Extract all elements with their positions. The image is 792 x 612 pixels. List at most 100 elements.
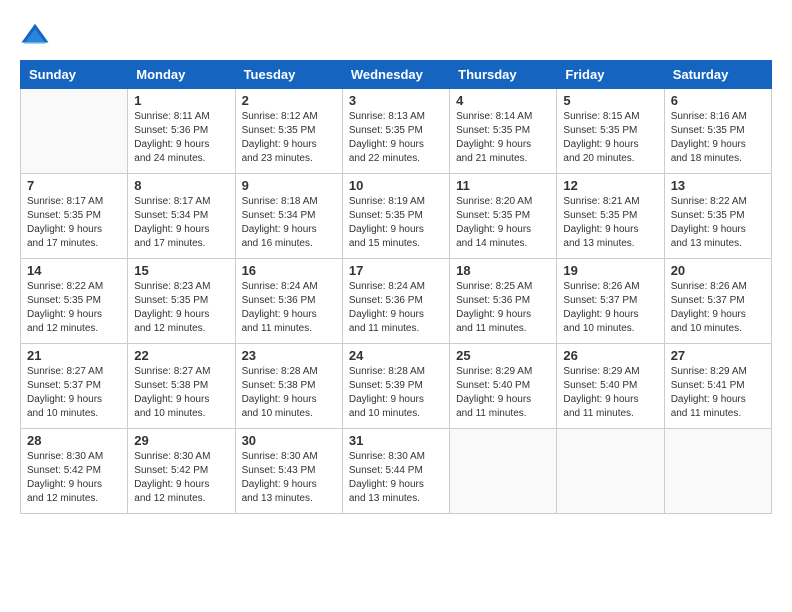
calendar-cell: 14 Sunrise: 8:22 AM Sunset: 5:35 PM Dayli… — [21, 259, 128, 344]
day-info: Sunrise: 8:25 AM Sunset: 5:36 PM Dayligh… — [456, 280, 550, 336]
weekday-header: Sunday — [21, 61, 128, 89]
calendar-cell: 27 Sunrise: 8:29 AM Sunset: 5:41 PM Dayli… — [664, 344, 771, 429]
calendar-cell: 19 Sunrise: 8:26 AM Sunset: 5:37 PM Dayli… — [557, 259, 664, 344]
day-info: Sunrise: 8:20 AM Sunset: 5:35 PM Dayligh… — [456, 195, 550, 251]
calendar-cell — [21, 89, 128, 174]
day-info: Sunrise: 8:27 AM Sunset: 5:38 PM Dayligh… — [134, 365, 228, 421]
calendar-cell: 12 Sunrise: 8:21 AM Sunset: 5:35 PM Dayli… — [557, 174, 664, 259]
day-number: 23 — [242, 348, 336, 363]
day-info: Sunrise: 8:24 AM Sunset: 5:36 PM Dayligh… — [349, 280, 443, 336]
calendar-cell: 6Sunrise: 8:16 AM Sunset: 5:35 PM Daylig… — [664, 89, 771, 174]
day-number: 9 — [242, 178, 336, 193]
day-number: 28 — [27, 433, 121, 448]
calendar-week-row: 28 Sunrise: 8:30 AM Sunset: 5:42 PM Dayli… — [21, 429, 772, 514]
day-number: 29 — [134, 433, 228, 448]
day-number: 17 — [349, 263, 443, 278]
day-number: 22 — [134, 348, 228, 363]
day-number: 25 — [456, 348, 550, 363]
calendar-cell: 17 Sunrise: 8:24 AM Sunset: 5:36 PM Dayli… — [342, 259, 449, 344]
logo — [20, 20, 54, 50]
day-number: 7 — [27, 178, 121, 193]
calendar-cell: 31 Sunrise: 8:30 AM Sunset: 5:44 PM Dayli… — [342, 429, 449, 514]
day-number: 14 — [27, 263, 121, 278]
day-info: Sunrise: 8:19 AM Sunset: 5:35 PM Dayligh… — [349, 195, 443, 251]
calendar-cell: 30Sunrise: 8:30 AM Sunset: 5:43 PM Dayli… — [235, 429, 342, 514]
day-info: Sunrise: 8:15 AM Sunset: 5:35 PM Dayligh… — [563, 110, 657, 166]
calendar-week-row: 1Sunrise: 8:11 AM Sunset: 5:36 PM Daylig… — [21, 89, 772, 174]
calendar-cell: 11 Sunrise: 8:20 AM Sunset: 5:35 PM Dayli… — [450, 174, 557, 259]
page-header — [20, 20, 772, 50]
day-number: 30 — [242, 433, 336, 448]
calendar-cell: 8 Sunrise: 8:17 AM Sunset: 5:34 PM Daylig… — [128, 174, 235, 259]
calendar-cell: 15 Sunrise: 8:23 AM Sunset: 5:35 PM Dayli… — [128, 259, 235, 344]
calendar-cell: 4 Sunrise: 8:14 AM Sunset: 5:35 PM Daylig… — [450, 89, 557, 174]
calendar-cell: 20 Sunrise: 8:26 AM Sunset: 5:37 PM Dayli… — [664, 259, 771, 344]
day-number: 21 — [27, 348, 121, 363]
day-number: 15 — [134, 263, 228, 278]
day-number: 24 — [349, 348, 443, 363]
calendar-week-row: 7 Sunrise: 8:17 AM Sunset: 5:35 PM Daylig… — [21, 174, 772, 259]
day-number: 26 — [563, 348, 657, 363]
day-info: Sunrise: 8:30 AM Sunset: 5:42 PM Dayligh… — [27, 450, 121, 506]
day-number: 6 — [671, 93, 765, 108]
day-info: Sunrise: 8:27 AM Sunset: 5:37 PM Dayligh… — [27, 365, 121, 421]
day-info: Sunrise: 8:26 AM Sunset: 5:37 PM Dayligh… — [671, 280, 765, 336]
day-number: 19 — [563, 263, 657, 278]
calendar-week-row: 21 Sunrise: 8:27 AM Sunset: 5:37 PM Dayli… — [21, 344, 772, 429]
day-info: Sunrise: 8:17 AM Sunset: 5:35 PM Dayligh… — [27, 195, 121, 251]
day-info: Sunrise: 8:18 AM Sunset: 5:34 PM Dayligh… — [242, 195, 336, 251]
calendar-week-row: 14 Sunrise: 8:22 AM Sunset: 5:35 PM Dayli… — [21, 259, 772, 344]
day-number: 4 — [456, 93, 550, 108]
day-info: Sunrise: 8:14 AM Sunset: 5:35 PM Dayligh… — [456, 110, 550, 166]
calendar-cell: 24 Sunrise: 8:28 AM Sunset: 5:39 PM Dayli… — [342, 344, 449, 429]
calendar-cell: 2Sunrise: 8:12 AM Sunset: 5:35 PM Daylig… — [235, 89, 342, 174]
day-number: 5 — [563, 93, 657, 108]
calendar-cell: 26 Sunrise: 8:29 AM Sunset: 5:40 PM Dayli… — [557, 344, 664, 429]
day-number: 11 — [456, 178, 550, 193]
day-info: Sunrise: 8:26 AM Sunset: 5:37 PM Dayligh… — [563, 280, 657, 336]
day-info: Sunrise: 8:23 AM Sunset: 5:35 PM Dayligh… — [134, 280, 228, 336]
day-number: 10 — [349, 178, 443, 193]
day-number: 12 — [563, 178, 657, 193]
day-number: 18 — [456, 263, 550, 278]
calendar-cell: 18 Sunrise: 8:25 AM Sunset: 5:36 PM Dayli… — [450, 259, 557, 344]
day-info: Sunrise: 8:29 AM Sunset: 5:41 PM Dayligh… — [671, 365, 765, 421]
day-info: Sunrise: 8:21 AM Sunset: 5:35 PM Dayligh… — [563, 195, 657, 251]
day-info: Sunrise: 8:13 AM Sunset: 5:35 PM Dayligh… — [349, 110, 443, 166]
day-info: Sunrise: 8:11 AM Sunset: 5:36 PM Dayligh… — [134, 110, 228, 166]
day-number: 27 — [671, 348, 765, 363]
weekday-header: Saturday — [664, 61, 771, 89]
weekday-header: Thursday — [450, 61, 557, 89]
day-info: Sunrise: 8:24 AM Sunset: 5:36 PM Dayligh… — [242, 280, 336, 336]
calendar: SundayMondayTuesdayWednesdayThursdayFrid… — [20, 60, 772, 514]
day-info: Sunrise: 8:22 AM Sunset: 5:35 PM Dayligh… — [27, 280, 121, 336]
calendar-cell: 10 Sunrise: 8:19 AM Sunset: 5:35 PM Dayli… — [342, 174, 449, 259]
day-info: Sunrise: 8:30 AM Sunset: 5:42 PM Dayligh… — [134, 450, 228, 506]
weekday-header: Wednesday — [342, 61, 449, 89]
day-info: Sunrise: 8:29 AM Sunset: 5:40 PM Dayligh… — [456, 365, 550, 421]
calendar-cell: 9 Sunrise: 8:18 AM Sunset: 5:34 PM Daylig… — [235, 174, 342, 259]
day-number: 8 — [134, 178, 228, 193]
calendar-cell: 1Sunrise: 8:11 AM Sunset: 5:36 PM Daylig… — [128, 89, 235, 174]
day-info: Sunrise: 8:28 AM Sunset: 5:39 PM Dayligh… — [349, 365, 443, 421]
day-info: Sunrise: 8:29 AM Sunset: 5:40 PM Dayligh… — [563, 365, 657, 421]
calendar-cell — [664, 429, 771, 514]
calendar-cell: 22 Sunrise: 8:27 AM Sunset: 5:38 PM Dayli… — [128, 344, 235, 429]
calendar-cell: 29 Sunrise: 8:30 AM Sunset: 5:42 PM Dayli… — [128, 429, 235, 514]
calendar-cell: 16Sunrise: 8:24 AM Sunset: 5:36 PM Dayli… — [235, 259, 342, 344]
calendar-cell — [557, 429, 664, 514]
weekday-header: Tuesday — [235, 61, 342, 89]
weekday-header-row: SundayMondayTuesdayWednesdayThursdayFrid… — [21, 61, 772, 89]
calendar-cell: 13Sunrise: 8:22 AM Sunset: 5:35 PM Dayli… — [664, 174, 771, 259]
day-info: Sunrise: 8:22 AM Sunset: 5:35 PM Dayligh… — [671, 195, 765, 251]
day-number: 20 — [671, 263, 765, 278]
calendar-cell: 7 Sunrise: 8:17 AM Sunset: 5:35 PM Daylig… — [21, 174, 128, 259]
calendar-cell — [450, 429, 557, 514]
weekday-header: Monday — [128, 61, 235, 89]
day-number: 31 — [349, 433, 443, 448]
day-info: Sunrise: 8:17 AM Sunset: 5:34 PM Dayligh… — [134, 195, 228, 251]
day-number: 2 — [242, 93, 336, 108]
day-number: 3 — [349, 93, 443, 108]
weekday-header: Friday — [557, 61, 664, 89]
day-info: Sunrise: 8:30 AM Sunset: 5:44 PM Dayligh… — [349, 450, 443, 506]
